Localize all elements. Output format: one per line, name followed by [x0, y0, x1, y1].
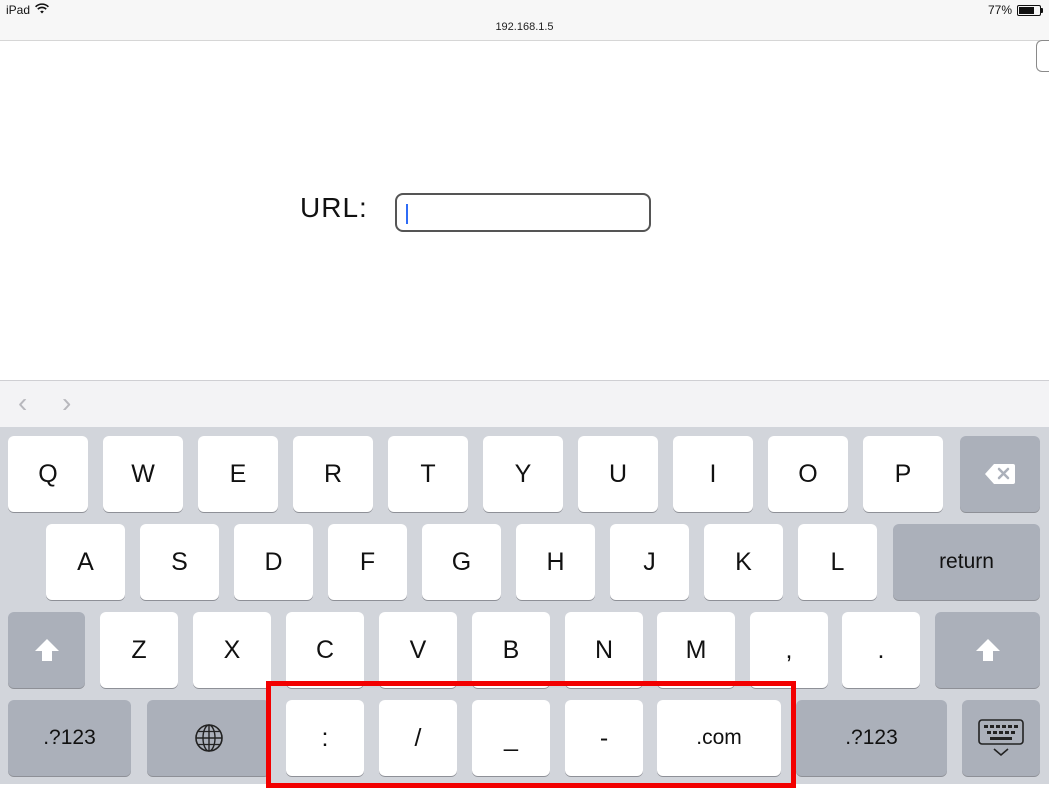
key-y[interactable]: Y — [483, 436, 563, 512]
key-i[interactable]: I — [673, 436, 753, 512]
key-colon[interactable]: : — [286, 700, 364, 776]
battery-icon — [1017, 4, 1043, 16]
status-right: 77% — [987, 3, 1043, 17]
shift-icon — [975, 639, 1000, 661]
key-f[interactable]: F — [328, 524, 407, 600]
shift-icon — [34, 639, 59, 661]
key-l[interactable]: L — [798, 524, 877, 600]
key-hyphen[interactable]: - — [565, 700, 643, 776]
key-c[interactable]: C — [286, 612, 364, 688]
key-z[interactable]: Z — [100, 612, 178, 688]
globe-key[interactable] — [147, 700, 270, 776]
key-m[interactable]: M — [657, 612, 735, 688]
keyboard-accessory-bar: ‹ › — [0, 380, 1049, 428]
key-g[interactable]: G — [422, 524, 501, 600]
key-underscore[interactable]: _ — [472, 700, 550, 776]
side-tab-icon[interactable] — [1036, 40, 1049, 72]
globe-icon — [194, 724, 223, 752]
key-q[interactable]: Q — [8, 436, 88, 512]
key-x[interactable]: X — [193, 612, 271, 688]
key-d[interactable]: D — [234, 524, 313, 600]
key-t[interactable]: T — [388, 436, 468, 512]
dismiss-keyboard-key[interactable] — [962, 700, 1040, 776]
next-field-button[interactable]: › — [62, 389, 71, 417]
shift-left-key[interactable] — [8, 612, 85, 688]
text-caret — [406, 204, 408, 224]
key-period[interactable]: . — [842, 612, 920, 688]
key-slash[interactable]: / — [379, 700, 457, 776]
previous-field-button[interactable]: ‹ — [18, 389, 27, 417]
backspace-icon — [985, 464, 1015, 484]
key-u[interactable]: U — [578, 436, 658, 512]
key-b[interactable]: B — [472, 612, 550, 688]
key-r[interactable]: R — [293, 436, 373, 512]
url-input[interactable] — [395, 193, 651, 232]
key-v[interactable]: V — [379, 612, 457, 688]
key-j[interactable]: J — [610, 524, 689, 600]
key-e[interactable]: E — [198, 436, 278, 512]
url-label: URL: — [300, 192, 368, 223]
key-k[interactable]: K — [704, 524, 783, 600]
key-s[interactable]: S — [140, 524, 219, 600]
status-bar: iPad 192.168.1.5 77% — [0, 0, 1049, 41]
key-dot-com[interactable]: .com — [657, 700, 781, 776]
key-w[interactable]: W — [103, 436, 183, 512]
address-text[interactable]: 192.168.1.5 — [0, 21, 1049, 33]
keyboard-dismiss-icon — [978, 719, 1024, 757]
numbers-left-key[interactable]: .?123 — [8, 700, 131, 776]
device-name: iPad — [6, 3, 31, 17]
return-key[interactable]: return — [893, 524, 1040, 600]
key-n[interactable]: N — [565, 612, 643, 688]
numbers-right-key[interactable]: .?123 — [796, 700, 947, 776]
key-p[interactable]: P — [863, 436, 943, 512]
battery-percent: 77% — [987, 3, 1012, 17]
key-h[interactable]: H — [516, 524, 595, 600]
shift-right-key[interactable] — [935, 612, 1040, 688]
status-left: iPad — [6, 3, 49, 17]
key-o[interactable]: O — [768, 436, 848, 512]
key-a[interactable]: A — [46, 524, 125, 600]
key-comma[interactable]: , — [750, 612, 828, 688]
delete-key[interactable] — [960, 436, 1040, 512]
wifi-icon — [35, 3, 49, 17]
